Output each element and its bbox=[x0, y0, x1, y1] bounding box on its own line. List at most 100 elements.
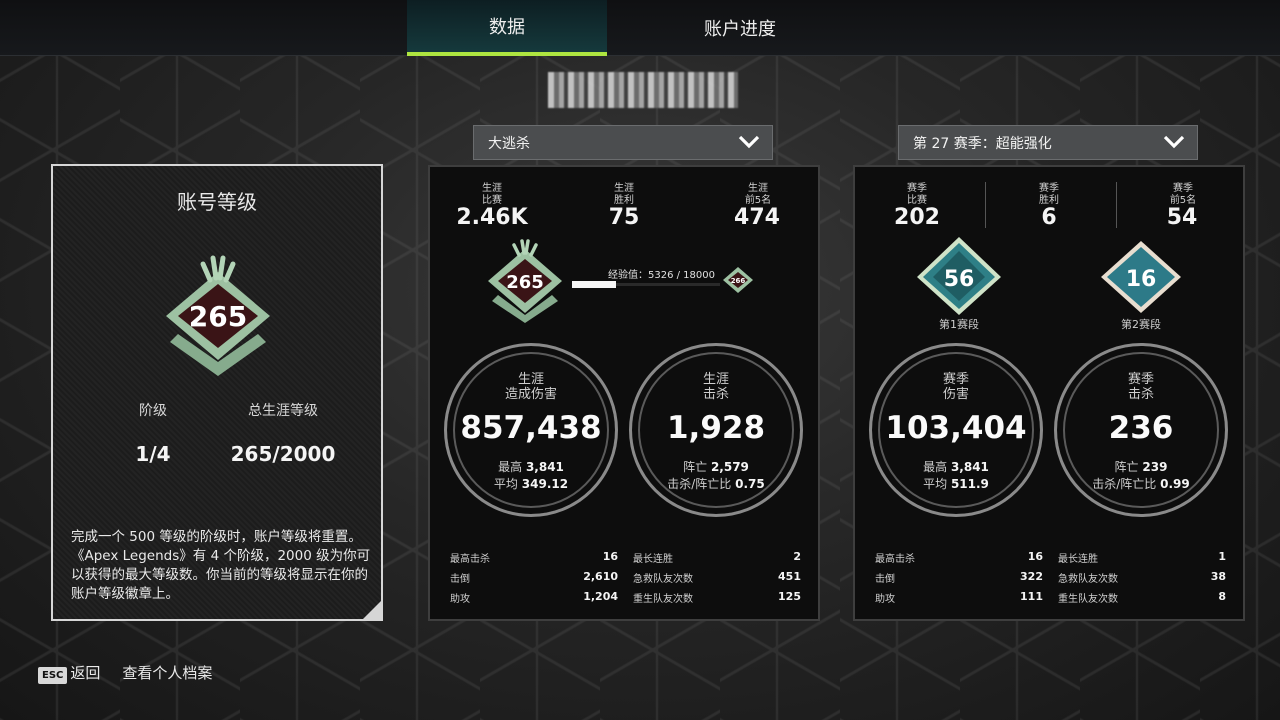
season-damage-max: 最高 3,841 bbox=[923, 460, 989, 474]
season-deaths: 阵亡 239 bbox=[1114, 460, 1168, 474]
season-damage-ring: 赛季 伤害 103,404 最高 3,841 平均 511.9 bbox=[869, 343, 1043, 517]
chevron-down-icon bbox=[1163, 135, 1185, 149]
career-kills-value: 1,928 bbox=[666, 410, 766, 446]
season-damage-avg: 平均 511.9 bbox=[923, 477, 989, 491]
career-row-label: 最高击杀 bbox=[450, 554, 490, 565]
season-row-value: 322 bbox=[1020, 570, 1043, 583]
divider bbox=[985, 182, 986, 228]
career-level-badge-icon: 265 bbox=[488, 239, 562, 323]
xp-progress-text: 经验值：5326 / 18000 bbox=[608, 270, 715, 281]
career-row-value: 2,610 bbox=[583, 570, 618, 583]
xp-progress-bar bbox=[572, 281, 720, 288]
career-matches-label1: 生涯 bbox=[482, 183, 502, 194]
account-badge-level: 265 bbox=[189, 300, 247, 333]
esc-key-icon: ESC bbox=[38, 667, 68, 684]
total-level-label: 总生涯等级 bbox=[248, 403, 318, 419]
season-row-value: 8 bbox=[1218, 590, 1226, 603]
season-wins-label1: 赛季 bbox=[1039, 183, 1059, 194]
career-damage-avg: 平均 349.12 bbox=[493, 477, 569, 491]
season-row-label: 助攻 bbox=[875, 594, 895, 605]
career-kills-label1: 生涯 bbox=[702, 372, 729, 387]
career-row-label: 最长连胜 bbox=[633, 554, 673, 565]
back-label: 返回 bbox=[70, 664, 101, 682]
back-button[interactable]: ESC 返回 bbox=[38, 662, 101, 684]
career-row-value: 125 bbox=[778, 590, 801, 603]
career-kills-ring: 生涯 击杀 1,928 阵亡 2,579 击杀/阵亡比 0.75 bbox=[629, 343, 803, 517]
account-level-title: 账号等级 bbox=[177, 190, 257, 214]
split2-rank-badge-icon: 16 bbox=[1101, 241, 1181, 313]
career-row-value: 1,204 bbox=[583, 590, 618, 603]
career-row-label: 击倒 bbox=[450, 574, 470, 585]
season-row-label: 最高击杀 bbox=[875, 554, 915, 565]
next-level-value: 266 bbox=[731, 277, 746, 285]
career-deaths: 阵亡 2,579 bbox=[683, 460, 749, 474]
season-row-value: 38 bbox=[1210, 570, 1226, 583]
season-row-label: 急救队友次数 bbox=[1058, 574, 1118, 585]
season-kd: 击杀/阵亡比 0.99 bbox=[1092, 477, 1190, 491]
career-matches-value: 2.46K bbox=[456, 205, 528, 230]
season-row-label: 击倒 bbox=[875, 574, 895, 585]
tab-stats[interactable]: 数据 bbox=[407, 0, 607, 56]
career-damage-max: 最高 3,841 bbox=[498, 460, 564, 474]
career-damage-label2: 造成伤害 bbox=[504, 387, 557, 402]
season-wins-value: 6 bbox=[1041, 205, 1057, 230]
split1-rank-badge-icon: 56 bbox=[917, 237, 1001, 315]
season-row-value: 1 bbox=[1218, 550, 1226, 563]
season-value: 第 27 赛季：超能强化 bbox=[913, 135, 1052, 152]
season-dropdown[interactable]: 第 27 赛季：超能强化 bbox=[898, 125, 1198, 160]
chevron-down-icon bbox=[738, 135, 760, 149]
season-matches-label1: 赛季 bbox=[907, 183, 927, 194]
view-profile-button[interactable]: 查看个人档案 bbox=[122, 662, 212, 683]
season-row-value: 111 bbox=[1020, 590, 1043, 603]
xp-progress-fill bbox=[572, 281, 616, 288]
season-damage-label1: 赛季 bbox=[942, 372, 969, 387]
career-damage-value: 857,438 bbox=[460, 410, 602, 446]
season-matches-value: 202 bbox=[894, 205, 940, 230]
season-kills-ring: 赛季 击杀 236 阵亡 239 击杀/阵亡比 0.99 bbox=[1054, 343, 1228, 517]
player-name-blurred bbox=[548, 72, 738, 108]
account-level-card: 账号等级 265 阶级 总生涯等级 1/4 265/2000 完成一个 500 … bbox=[51, 164, 383, 621]
career-top5-value: 474 bbox=[734, 205, 780, 230]
split2-label: 第2赛段 bbox=[1121, 318, 1161, 331]
season-row-label: 最长连胜 bbox=[1058, 554, 1098, 565]
season-kills-label1: 赛季 bbox=[1127, 372, 1154, 387]
next-level-badge-icon: 266 bbox=[723, 267, 753, 293]
career-kills-label2: 击杀 bbox=[702, 387, 729, 402]
career-row-label: 急救队友次数 bbox=[633, 574, 693, 585]
season-kills-label2: 击杀 bbox=[1127, 387, 1154, 402]
total-level-value: 265/2000 bbox=[230, 442, 336, 466]
career-wins-label1: 生涯 bbox=[614, 183, 634, 194]
top-nav: 数据 账户进度 bbox=[0, 0, 1280, 56]
split2-level: 16 bbox=[1126, 267, 1157, 292]
game-mode-value: 大逃杀 bbox=[488, 135, 530, 152]
season-top5-label1: 赛季 bbox=[1173, 183, 1193, 194]
career-top5-label1: 生涯 bbox=[748, 183, 768, 194]
account-level-badge-icon: 265 bbox=[166, 255, 270, 376]
career-row-label: 重生队友次数 bbox=[633, 594, 693, 605]
career-row-label: 助攻 bbox=[450, 594, 470, 605]
season-damage-value: 103,404 bbox=[885, 410, 1027, 446]
prestige-label: 阶级 bbox=[139, 403, 167, 419]
season-stats-panel: 赛季 比赛 202 赛季 胜利 6 赛季 前5名 54 56 第1赛段 16 第… bbox=[853, 165, 1245, 621]
season-row-label: 重生队友次数 bbox=[1058, 594, 1118, 605]
season-row-value: 16 bbox=[1027, 550, 1043, 563]
tab-account-progress[interactable]: 账户进度 bbox=[640, 0, 840, 56]
career-damage-ring: 生涯 造成伤害 857,438 最高 3,841 平均 349.12 bbox=[444, 343, 618, 517]
game-mode-dropdown[interactable]: 大逃杀 bbox=[473, 125, 773, 160]
career-row-value: 16 bbox=[602, 550, 618, 563]
split1-label: 第1赛段 bbox=[939, 318, 979, 331]
corner-accent-icon bbox=[361, 599, 383, 621]
career-badge-level: 265 bbox=[506, 272, 544, 293]
season-damage-label2: 伤害 bbox=[942, 387, 969, 402]
career-kd: 击杀/阵亡比 0.75 bbox=[667, 477, 765, 491]
footer-actions: ESC 返回 查看个人档案 bbox=[38, 662, 212, 684]
account-level-description: 完成一个 500 等级的阶级时，账户等级将重置。《Apex Legends》有 … bbox=[71, 529, 371, 602]
divider bbox=[1116, 182, 1117, 228]
career-damage-label1: 生涯 bbox=[517, 372, 544, 387]
season-top5-value: 54 bbox=[1166, 205, 1198, 230]
career-stats-panel: 生涯 比赛 2.46K 生涯 胜利 75 生涯 前5名 474 265 经验值：… bbox=[428, 165, 820, 621]
split1-level: 56 bbox=[944, 267, 975, 292]
season-kills-value: 236 bbox=[1108, 410, 1174, 446]
career-row-value: 451 bbox=[778, 570, 801, 583]
career-wins-value: 75 bbox=[608, 205, 640, 230]
